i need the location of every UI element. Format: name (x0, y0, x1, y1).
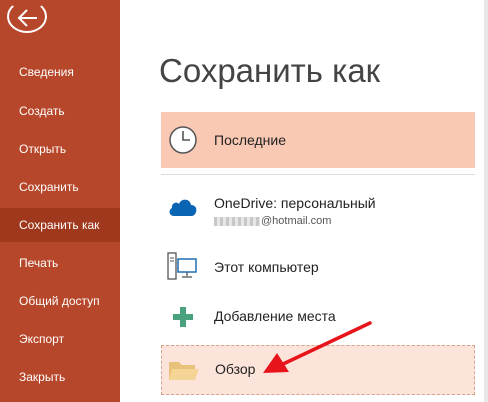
folder-icon (169, 362, 199, 380)
cloud-icon (169, 199, 197, 216)
nav-item-save-as[interactable]: Сохранить как (0, 208, 120, 242)
nav-item-print[interactable]: Печать (0, 246, 120, 280)
computer-icon (167, 252, 197, 280)
window-edge (484, 0, 488, 402)
arrow-left-icon (17, 9, 37, 27)
nav-item-close[interactable]: Закрыть (0, 360, 120, 394)
location-this-pc-label: Этот компьютер (214, 259, 319, 275)
nav-item-share[interactable]: Общий доступ (0, 284, 120, 318)
clock-icon (169, 126, 197, 154)
location-recent[interactable]: Последние (161, 112, 475, 168)
location-browse-label: Обзор (215, 361, 256, 377)
page-title: Сохранить как (159, 52, 381, 89)
backstage-sidebar: Сведения Создать Открыть Сохранить Сохра… (0, 0, 120, 402)
nav-item-export[interactable]: Экспорт (0, 322, 120, 356)
nav-item-new[interactable]: Создать (0, 94, 120, 128)
onedrive-account: @hotmail.com (214, 215, 331, 227)
nav-item-save[interactable]: Сохранить (0, 170, 120, 204)
plus-icon (173, 307, 193, 327)
location-onedrive[interactable]: OneDrive: персональный @hotmail.com (161, 186, 475, 234)
divider (161, 174, 475, 175)
location-this-pc[interactable]: Этот компьютер (161, 246, 475, 290)
annotation-arrow-icon (263, 321, 372, 373)
location-recent-label: Последние (214, 132, 287, 148)
location-onedrive-label: OneDrive: персональный (214, 195, 376, 211)
nav-item-info[interactable]: Сведения (0, 55, 120, 89)
nav-item-open[interactable]: Открыть (0, 132, 120, 166)
redacted-username (214, 216, 260, 226)
back-button[interactable] (7, 0, 47, 33)
